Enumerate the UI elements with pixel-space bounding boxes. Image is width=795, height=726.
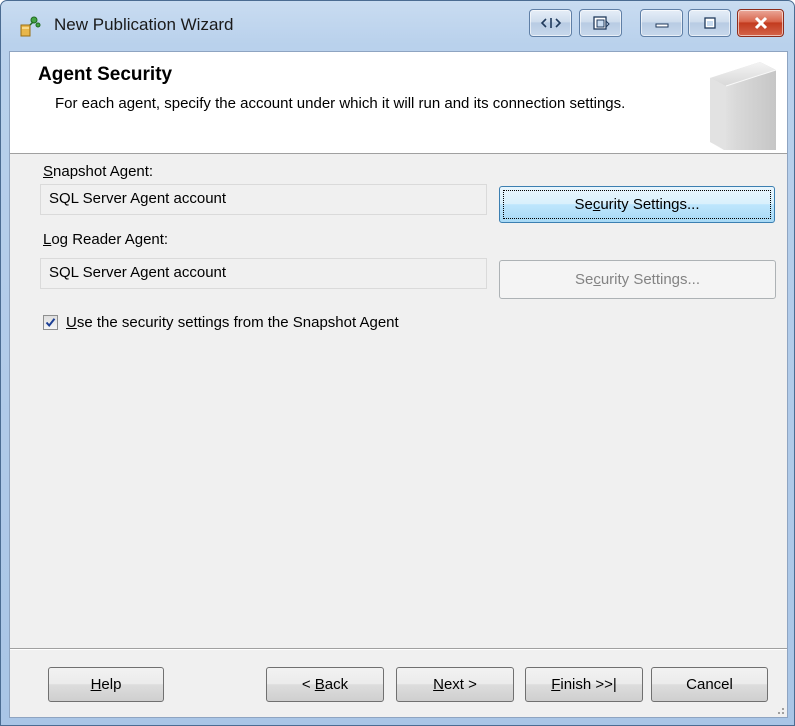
snapshot-security-settings-post: urity Settings... bbox=[600, 196, 700, 213]
page-title: Agent Security bbox=[38, 64, 173, 85]
finish-access-key: F bbox=[551, 676, 561, 693]
snapshot-agent-label: Snapshot Agent: bbox=[43, 163, 153, 180]
help-label: elp bbox=[101, 676, 122, 693]
minimize-button[interactable] bbox=[640, 9, 683, 37]
next-label: ext > bbox=[443, 676, 477, 693]
finish-label: inish >>| bbox=[560, 676, 617, 693]
resize-grip-icon[interactable] bbox=[773, 703, 785, 715]
help-button[interactable]: Help bbox=[48, 667, 164, 702]
wizard-client-area: Agent Security For each agent, specify t… bbox=[9, 51, 788, 718]
snapshot-agent-account: SQL Server Agent account bbox=[40, 184, 487, 215]
log-reader-security-settings-key: c bbox=[593, 271, 601, 288]
log-reader-agent-account: SQL Server Agent account bbox=[40, 258, 487, 289]
maximize-icon bbox=[703, 17, 716, 29]
back-access-key: B bbox=[314, 676, 325, 693]
log-reader-security-settings-pre: Se bbox=[574, 271, 594, 288]
close-icon bbox=[754, 16, 767, 30]
window-title: New Publication Wizard bbox=[54, 15, 234, 34]
cancel-button[interactable]: Cancel bbox=[651, 667, 768, 702]
checkmark-icon bbox=[45, 318, 56, 328]
code-icon-button[interactable] bbox=[529, 9, 572, 37]
close-button[interactable] bbox=[737, 9, 784, 37]
next-button[interactable]: Next > bbox=[396, 667, 514, 702]
minimize-icon bbox=[655, 23, 668, 28]
log-reader-agent-label: Log Reader Agent: bbox=[43, 231, 168, 248]
use-snapshot-settings-text: se the security settings from the Snapsh… bbox=[76, 314, 399, 331]
use-snapshot-settings-checkbox[interactable] bbox=[43, 315, 58, 330]
help-access-key: H bbox=[90, 676, 102, 693]
snapshot-agent-access-key: S bbox=[43, 163, 54, 180]
book-graphic-icon bbox=[710, 62, 777, 150]
next-access-key: N bbox=[433, 676, 444, 693]
wizard-window: New Publication Wizard Agent Security Fo… bbox=[0, 0, 795, 726]
code-icon bbox=[540, 18, 561, 28]
snapshot-security-settings-button[interactable]: Se c urity Settings... bbox=[499, 186, 775, 223]
log-reader-agent-label-text: og Reader Agent: bbox=[51, 231, 169, 248]
snapshot-security-settings-pre: Se bbox=[574, 196, 593, 213]
page-description: For each agent, specify the account unde… bbox=[55, 95, 626, 112]
back-prefix: < bbox=[301, 676, 315, 693]
snapshot-security-settings-key: c bbox=[592, 196, 601, 213]
header-panel: Agent Security For each agent, specify t… bbox=[10, 52, 787, 154]
use-snapshot-settings-label[interactable]: Use the security settings from the Snaps… bbox=[66, 314, 399, 331]
finish-button[interactable]: Finish >>| bbox=[525, 667, 643, 702]
back-button[interactable]: < Back bbox=[266, 667, 384, 702]
log-reader-security-settings-post: urity Settings... bbox=[600, 271, 701, 288]
publication-wizard-icon bbox=[20, 16, 41, 37]
back-label: ack bbox=[324, 676, 349, 693]
maximize-button[interactable] bbox=[688, 9, 731, 37]
snapshot-agent-label-text: napshot Agent: bbox=[53, 163, 154, 180]
restore-window-icon bbox=[592, 16, 610, 30]
log-reader-security-settings-button[interactable]: Se c urity Settings... bbox=[499, 260, 776, 299]
title-bar[interactable]: New Publication Wizard bbox=[1, 1, 794, 51]
restore-window-button[interactable] bbox=[579, 9, 622, 37]
use-snapshot-settings-access-key: U bbox=[66, 314, 77, 331]
footer-separator bbox=[10, 648, 787, 650]
